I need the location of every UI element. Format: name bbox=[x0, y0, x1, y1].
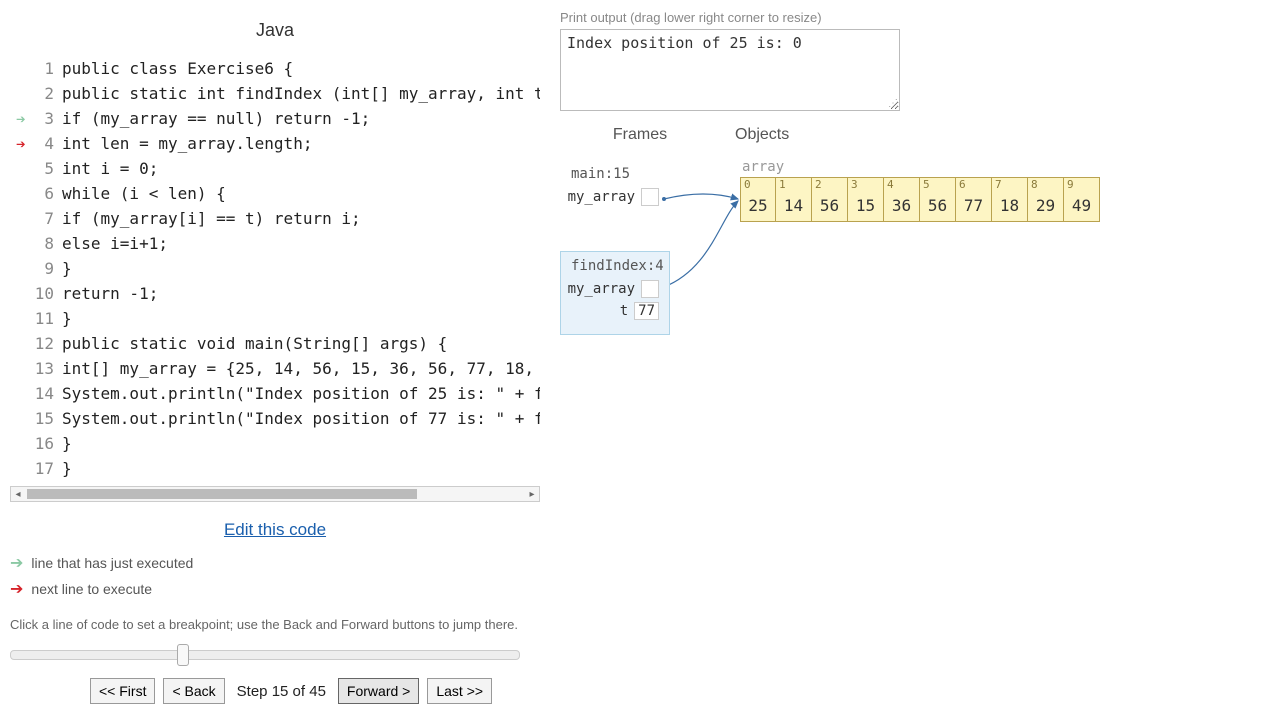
frame-main-var-my_array: my_array bbox=[571, 188, 659, 206]
code-line[interactable]: 8 else i=i+1; bbox=[10, 231, 540, 256]
ref-box bbox=[641, 188, 659, 206]
code-line[interactable]: 2 public static int findIndex (int[] my_… bbox=[10, 81, 540, 106]
frame-main: main:15 my_array bbox=[560, 159, 670, 221]
legend-prev-line: ➔ line that has just executed bbox=[10, 553, 540, 573]
breakpoint-hint: Click a line of code to set a breakpoint… bbox=[10, 617, 540, 632]
edit-code-link[interactable]: Edit this code bbox=[224, 520, 326, 539]
code-line[interactable]: 12 public static void main(String[] args… bbox=[10, 331, 540, 356]
array-cell: 114 bbox=[776, 177, 812, 222]
code-line[interactable]: 7 if (my_array[i] == t) return i; bbox=[10, 206, 540, 231]
frames-header: Frames bbox=[560, 126, 720, 144]
frame-find-var-t: t 77 bbox=[571, 302, 659, 320]
code-line[interactable]: 1public class Exercise6 { bbox=[10, 56, 540, 81]
arrow-next-icon: ➔ bbox=[16, 131, 26, 156]
code-line[interactable]: 16 } bbox=[10, 431, 540, 456]
scroll-thumb[interactable] bbox=[27, 489, 417, 499]
arrow-prev-icon: ➔ bbox=[16, 106, 26, 131]
code-line[interactable]: 14 System.out.println("Index position of… bbox=[10, 381, 540, 406]
array-cell: 315 bbox=[848, 177, 884, 222]
code-line[interactable]: 10 return -1; bbox=[10, 281, 540, 306]
back-button[interactable]: < Back bbox=[163, 678, 224, 704]
output-label: Print output (drag lower right corner to… bbox=[560, 10, 1270, 25]
frame-findindex: findIndex:4 my_array t 77 bbox=[560, 251, 670, 335]
arrow-next-icon: ➔ bbox=[10, 579, 23, 599]
resize-handle-icon[interactable]: ⋰ bbox=[888, 98, 898, 109]
scroll-right-button[interactable]: ▸ bbox=[525, 489, 539, 500]
output-box[interactable]: Index position of 25 is: 0 ⋰ bbox=[560, 29, 900, 111]
code-h-scrollbar[interactable]: ◂ ▸ bbox=[10, 486, 540, 502]
code-line[interactable]: 15 System.out.println("Index position of… bbox=[10, 406, 540, 431]
code-line[interactable]: 6 while (i < len) { bbox=[10, 181, 540, 206]
legend-next-line: ➔ next line to execute bbox=[10, 579, 540, 599]
code-line[interactable]: 11 } bbox=[10, 306, 540, 331]
code-line[interactable]: 4➔ int len = my_array.length; bbox=[10, 131, 540, 156]
last-button[interactable]: Last >> bbox=[427, 678, 492, 704]
arrow-prev-icon: ➔ bbox=[10, 553, 23, 573]
code-line[interactable]: 3➔ if (my_array == null) return -1; bbox=[10, 106, 540, 131]
array-label: array bbox=[742, 159, 784, 175]
frame-find-title: findIndex:4 bbox=[571, 258, 659, 274]
objects-header: Objects bbox=[720, 126, 1270, 144]
array-cell: 949 bbox=[1064, 177, 1100, 222]
code-line[interactable]: 13 int[] my_array = {25, 14, 56, 15, 36,… bbox=[10, 356, 540, 381]
array-cell: 256 bbox=[812, 177, 848, 222]
array-cell: 829 bbox=[1028, 177, 1064, 222]
frame-main-title: main:15 bbox=[571, 166, 659, 182]
language-label: Java bbox=[10, 20, 540, 41]
code-line[interactable]: 9 } bbox=[10, 256, 540, 281]
array-object: 025114256315436556677718829949 bbox=[740, 177, 1100, 222]
value-box: 77 bbox=[634, 302, 659, 320]
slider-thumb[interactable] bbox=[177, 644, 189, 666]
array-cell: 677 bbox=[956, 177, 992, 222]
array-cell: 556 bbox=[920, 177, 956, 222]
scroll-left-button[interactable]: ◂ bbox=[11, 489, 25, 500]
array-cell: 718 bbox=[992, 177, 1028, 222]
step-slider[interactable] bbox=[10, 650, 520, 660]
array-cell: 025 bbox=[740, 177, 776, 222]
frame-find-var-my_array: my_array bbox=[571, 280, 659, 298]
step-label: Step 15 of 45 bbox=[237, 683, 326, 700]
code-listing[interactable]: 1public class Exercise6 {2 public static… bbox=[10, 56, 540, 481]
ref-box bbox=[641, 280, 659, 298]
forward-button[interactable]: Forward > bbox=[338, 678, 419, 704]
first-button[interactable]: << First bbox=[90, 678, 155, 704]
output-text: Index position of 25 is: 0 bbox=[567, 34, 802, 52]
array-cell: 436 bbox=[884, 177, 920, 222]
code-line[interactable]: 17} bbox=[10, 456, 540, 481]
code-line[interactable]: 5 int i = 0; bbox=[10, 156, 540, 181]
